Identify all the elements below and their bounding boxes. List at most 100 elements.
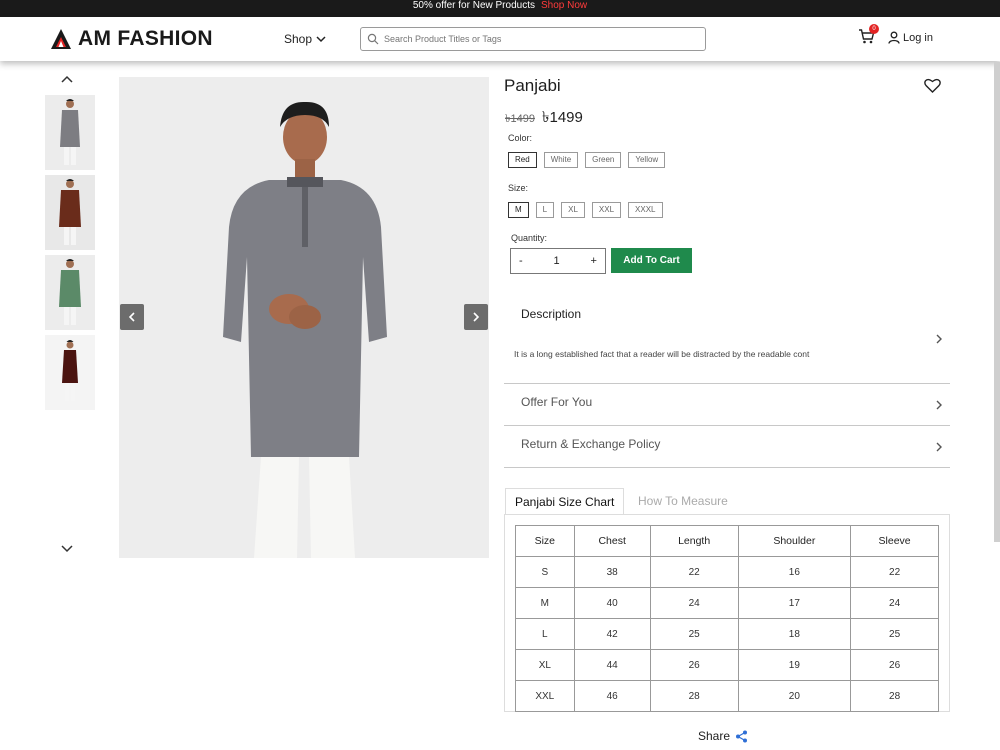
login-button[interactable]: Log in bbox=[888, 31, 933, 44]
size-chart-table: Size Chest Length Shoulder Sleeve S 38 2… bbox=[515, 525, 939, 712]
table-cell: 24 bbox=[649, 587, 739, 619]
size-option[interactable]: XXL bbox=[591, 202, 622, 218]
model-darkred-image bbox=[45, 335, 95, 410]
divider bbox=[504, 383, 950, 384]
thumbnail-darkred[interactable] bbox=[45, 335, 95, 410]
promo-bar: 50% offer for New Products Shop Now bbox=[0, 0, 1000, 17]
offer-expand-button[interactable] bbox=[935, 398, 943, 416]
scrollbar[interactable] bbox=[994, 62, 1000, 542]
model-grey-image bbox=[45, 95, 95, 170]
thumb-up-button[interactable] bbox=[60, 71, 74, 89]
table-row: M 40 24 17 24 bbox=[515, 587, 939, 619]
old-price: ৳1499 bbox=[505, 113, 535, 125]
size-option[interactable]: XL bbox=[561, 202, 585, 218]
table-cell: 28 bbox=[850, 680, 939, 712]
logo-icon bbox=[51, 29, 71, 49]
search-box[interactable] bbox=[360, 27, 706, 51]
heart-icon bbox=[924, 78, 941, 93]
current-price: ৳1499 bbox=[542, 109, 583, 126]
quantity-decrease-button[interactable]: - bbox=[511, 255, 531, 267]
table-row: XXL 46 28 20 28 bbox=[515, 680, 939, 712]
size-option[interactable]: L bbox=[535, 202, 555, 218]
share-label: Share bbox=[698, 729, 731, 743]
next-image-button[interactable] bbox=[464, 304, 488, 330]
promo-text: 50% offer for New Products bbox=[412, 0, 535, 11]
table-cell: 42 bbox=[573, 618, 651, 650]
user-icon bbox=[888, 31, 900, 44]
table-row: L 42 25 18 25 bbox=[515, 618, 939, 650]
size-option[interactable]: M bbox=[508, 202, 529, 218]
share-icon bbox=[736, 730, 748, 742]
color-option[interactable]: White bbox=[543, 152, 579, 168]
policy-expand-button[interactable] bbox=[935, 440, 943, 458]
search-icon bbox=[367, 33, 379, 45]
color-option[interactable]: Red bbox=[508, 152, 537, 168]
tab-how-to-measure[interactable]: How To Measure bbox=[629, 488, 737, 514]
thumb-down-button[interactable] bbox=[60, 541, 74, 559]
chevron-down-icon bbox=[316, 36, 326, 43]
table-cell: 38 bbox=[573, 556, 651, 588]
cart-button[interactable]: 0 bbox=[858, 24, 879, 49]
table-cell: 22 bbox=[850, 556, 939, 588]
table-cell: 24 bbox=[850, 587, 939, 619]
tab-size-chart[interactable]: Panjabi Size Chart bbox=[505, 488, 625, 515]
model-maroon-image bbox=[45, 175, 95, 250]
table-cell: 44 bbox=[573, 649, 651, 681]
quantity-value[interactable]: 1 bbox=[546, 255, 568, 267]
logo-text: AM FASHION bbox=[78, 27, 213, 50]
table-cell: 26 bbox=[850, 649, 939, 681]
thumbnail-grey[interactable] bbox=[45, 95, 95, 170]
color-label: Color: bbox=[508, 133, 533, 143]
divider bbox=[504, 467, 950, 468]
shop-now-link[interactable]: Shop Now bbox=[541, 0, 587, 11]
site-header: AM FASHION Shop 0 Log in bbox=[0, 17, 1000, 61]
table-header-cell: Shoulder bbox=[737, 525, 852, 557]
table-cell: XXL bbox=[515, 680, 575, 712]
table-header-cell: Chest bbox=[573, 525, 651, 557]
chevron-down-icon bbox=[61, 545, 73, 553]
table-header-cell: Sleeve bbox=[850, 525, 939, 557]
table-cell: 25 bbox=[649, 618, 739, 650]
description-heading[interactable]: Description bbox=[521, 307, 581, 321]
quantity-increase-button[interactable]: + bbox=[583, 255, 605, 267]
table-row: S 38 22 16 22 bbox=[515, 556, 939, 588]
table-cell: 22 bbox=[649, 556, 739, 588]
color-option[interactable]: Yellow bbox=[628, 152, 666, 168]
thumbnail-green[interactable] bbox=[45, 255, 95, 330]
table-cell: 18 bbox=[737, 618, 852, 650]
chevron-right-icon bbox=[936, 334, 942, 344]
wishlist-button[interactable] bbox=[924, 78, 941, 98]
add-to-cart-button[interactable]: Add To Cart bbox=[611, 248, 692, 273]
chevron-right-icon bbox=[936, 400, 942, 410]
search-input[interactable] bbox=[382, 33, 696, 45]
product-title: Panjabi bbox=[504, 76, 561, 95]
offer-heading[interactable]: Offer For You bbox=[521, 395, 592, 409]
table-cell: 16 bbox=[737, 556, 852, 588]
table-row: XL 44 26 19 26 bbox=[515, 649, 939, 681]
main-product-image bbox=[119, 77, 489, 558]
table-cell: M bbox=[515, 587, 575, 619]
chevron-right-icon bbox=[473, 312, 480, 322]
color-option[interactable]: Green bbox=[585, 152, 622, 168]
logo[interactable]: AM FASHION bbox=[50, 27, 213, 51]
table-cell: 19 bbox=[737, 649, 852, 681]
chevron-up-icon bbox=[61, 75, 73, 83]
table-cell: 26 bbox=[649, 649, 739, 681]
table-cell: 20 bbox=[737, 680, 852, 712]
shop-menu[interactable]: Shop bbox=[284, 32, 326, 46]
table-cell: 46 bbox=[573, 680, 651, 712]
policy-heading[interactable]: Return & Exchange Policy bbox=[521, 437, 660, 451]
prev-image-button[interactable] bbox=[120, 304, 144, 330]
description-expand-button[interactable] bbox=[935, 332, 943, 350]
size-options: M L XL XXL XXXL bbox=[508, 202, 663, 218]
size-label: Size: bbox=[508, 183, 529, 193]
model-green-image bbox=[45, 255, 95, 330]
size-option[interactable]: XXXL bbox=[628, 202, 663, 218]
login-label: Log in bbox=[903, 31, 933, 44]
size-chart-panel: Size Chest Length Shoulder Sleeve S 38 2… bbox=[504, 514, 950, 712]
table-cell: L bbox=[515, 618, 575, 650]
color-options: Red White Green Yellow bbox=[508, 152, 666, 168]
thumbnail-maroon[interactable] bbox=[45, 175, 95, 250]
share-button[interactable]: Share bbox=[698, 729, 748, 743]
quantity-label: Quantity: bbox=[511, 233, 548, 243]
